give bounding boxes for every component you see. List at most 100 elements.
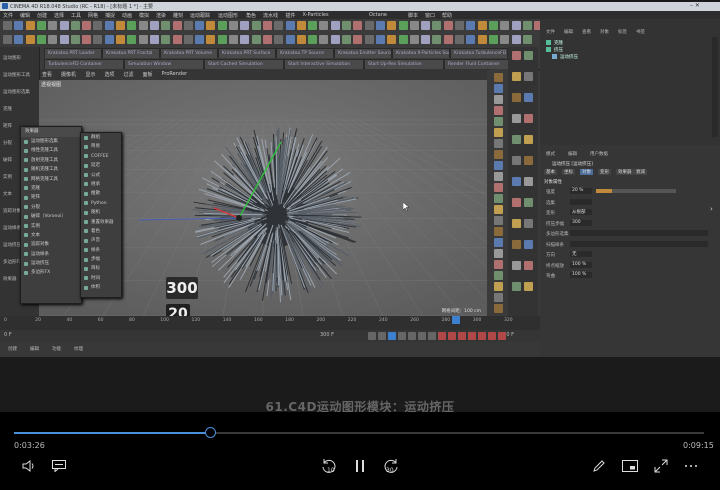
viewport-menu-item[interactable]: 过滤	[124, 71, 134, 78]
fullscreen-icon[interactable]	[654, 459, 668, 473]
attribute-manager-menu[interactable]: 编辑	[568, 151, 577, 157]
shelf-tool-icon[interactable]	[494, 282, 503, 291]
transport-button-icon[interactable]	[438, 331, 446, 340]
shelf-tool-icon[interactable]	[494, 73, 503, 82]
menu-1[interactable]: 编辑	[20, 12, 30, 19]
menu-5[interactable]: 网格	[88, 12, 98, 19]
mograph-menu-item[interactable]: 矩阵	[21, 193, 81, 202]
toolbar-tool-icon[interactable]	[274, 21, 284, 30]
shelf-tool-icon[interactable]	[494, 172, 503, 181]
toolbar-tool-icon[interactable]	[70, 21, 80, 30]
toolbar-tool-icon[interactable]	[183, 21, 193, 30]
toolbar-tool-icon[interactable]	[522, 21, 532, 30]
shelf-tool-icon[interactable]	[494, 128, 503, 137]
toolbar-tool-icon[interactable]	[48, 21, 58, 30]
toolbar-tool-icon[interactable]	[375, 21, 385, 30]
shelf-tool-icon[interactable]	[524, 261, 533, 270]
menu-13[interactable]: 角色	[246, 12, 256, 19]
material-menu-item[interactable]: 功能	[52, 346, 61, 352]
shelf-tool-icon[interactable]	[524, 282, 533, 291]
effector-menu-item[interactable]: 目标	[81, 264, 121, 273]
toolbar-tool-icon[interactable]	[342, 35, 351, 44]
toolbar-tool-icon[interactable]	[36, 35, 46, 44]
toolbar-tool-icon[interactable]	[387, 35, 397, 44]
material-menu-item[interactable]: 纹理	[74, 346, 83, 352]
effector-menu[interactable]: 群组 简易 COFFEE 延迟 公式 继承 推散 Python 随机 重置效果器 着色 声音 样条 步幅目…	[80, 132, 122, 298]
shelf-tool-icon[interactable]	[512, 198, 521, 207]
toolbar-tool-icon[interactable]	[70, 35, 80, 44]
toolbar-tool-icon[interactable]	[330, 35, 340, 44]
effector-menu-item[interactable]: 随机	[81, 208, 121, 217]
attribute-field-value[interactable]: 无	[570, 251, 592, 257]
toolbar-tool-icon[interactable]	[172, 35, 182, 44]
toolbar-tool-icon[interactable]	[25, 35, 35, 44]
object-row[interactable]: 克隆	[544, 39, 654, 46]
toolbar-tool-icon[interactable]	[353, 35, 363, 44]
toolbar-tool-icon[interactable]	[353, 21, 363, 30]
mograph-menu-item[interactable]: 放射克隆工具	[21, 156, 81, 165]
left-panel-item[interactable]: 运动图形工具	[3, 72, 37, 78]
transport-button-icon[interactable]	[478, 331, 486, 340]
effector-menu-item[interactable]: 步幅	[81, 255, 121, 264]
toolbar-tool-icon[interactable]	[206, 21, 216, 30]
transport-button-icon[interactable]	[368, 331, 376, 340]
toolbar-tool-icon[interactable]	[93, 35, 103, 44]
transport-button-icon[interactable]	[428, 331, 436, 340]
menu-20[interactable]: 帮助	[442, 12, 452, 19]
shelf-tool-icon[interactable]	[494, 194, 503, 203]
toolbar-tool-icon[interactable]	[25, 21, 35, 30]
shelf-tool-icon[interactable]	[494, 139, 503, 148]
toolbar-tool-icon[interactable]	[296, 21, 306, 30]
toolbar-tool-icon[interactable]	[455, 21, 464, 30]
shelf-tool-icon[interactable]	[494, 106, 503, 115]
toolbar-tool-icon[interactable]	[195, 35, 205, 44]
shelf-tool-icon[interactable]	[524, 114, 533, 123]
object-manager-menu[interactable]: 文件	[546, 29, 555, 35]
shelf-tool-icon[interactable]	[512, 219, 521, 228]
shelf-tool-icon[interactable]	[524, 219, 533, 228]
shelf-tool-icon[interactable]	[494, 95, 503, 104]
toolbar-tool-icon[interactable]	[104, 21, 114, 30]
toolbar-tool-icon[interactable]	[308, 21, 318, 30]
mograph-menu-item[interactable]: 文本	[21, 231, 81, 240]
object-manager-menu[interactable]: 书签	[636, 29, 645, 35]
menu-2[interactable]: 创建	[37, 12, 47, 19]
effector-menu-item[interactable]: 体积	[81, 283, 121, 292]
object-manager-menu[interactable]: 对象	[600, 29, 609, 35]
shelf-tool-icon[interactable]	[494, 161, 503, 170]
viewport-menu-item[interactable]: 显示	[86, 71, 96, 78]
attribute-manager-menu[interactable]: 用户数据	[590, 151, 608, 157]
toolbar-tool-icon[interactable]	[466, 21, 476, 30]
captions-icon[interactable]	[52, 460, 66, 472]
mograph-menu-item[interactable]: 随机克隆工具	[21, 165, 81, 174]
toolbar-tool-icon[interactable]	[3, 35, 12, 44]
toolbar-tool-icon[interactable]	[443, 35, 453, 44]
toolbar-tool-icon[interactable]	[398, 35, 408, 44]
toolbar-tool-icon[interactable]	[308, 35, 318, 44]
toolbar-tool-icon[interactable]	[421, 35, 431, 44]
pause-icon[interactable]	[354, 459, 366, 473]
shelf-tool-icon[interactable]	[524, 240, 533, 249]
toolbar-tool-icon[interactable]	[274, 35, 284, 44]
attribute-field-value[interactable]: 20 %	[570, 188, 592, 194]
menu-10[interactable]: 雕刻	[173, 12, 183, 19]
toolbar-tool-icon[interactable]	[455, 35, 464, 44]
toolbar-tool-icon[interactable]	[183, 35, 193, 44]
attribute-field-value[interactable]: 100 %	[570, 261, 592, 268]
shelf-tool-icon[interactable]	[494, 205, 503, 214]
toolbar-tool-icon[interactable]	[364, 21, 374, 30]
object-manager-menu[interactable]: 查看	[582, 29, 591, 35]
attribute-field-value[interactable]: 300	[570, 219, 592, 226]
toolbar-tool-icon[interactable]	[14, 35, 24, 44]
mograph-menu-item[interactable]: 运动挤压	[21, 259, 81, 268]
toolbar-tool-icon[interactable]	[296, 35, 306, 44]
toolbar-tool-icon[interactable]	[161, 21, 171, 30]
effector-menu-item[interactable]: 延迟	[81, 161, 121, 170]
mograph-menu-item[interactable]: 线性克隆工具	[21, 146, 81, 155]
shelf-tool-icon[interactable]	[512, 135, 521, 144]
playhead[interactable]	[452, 316, 460, 324]
toolbar-tool-icon[interactable]	[511, 21, 521, 30]
shelf-tool-icon[interactable]	[524, 135, 533, 144]
shelf-tool-icon[interactable]	[494, 84, 503, 93]
toolbar-tool-icon[interactable]	[398, 21, 408, 30]
